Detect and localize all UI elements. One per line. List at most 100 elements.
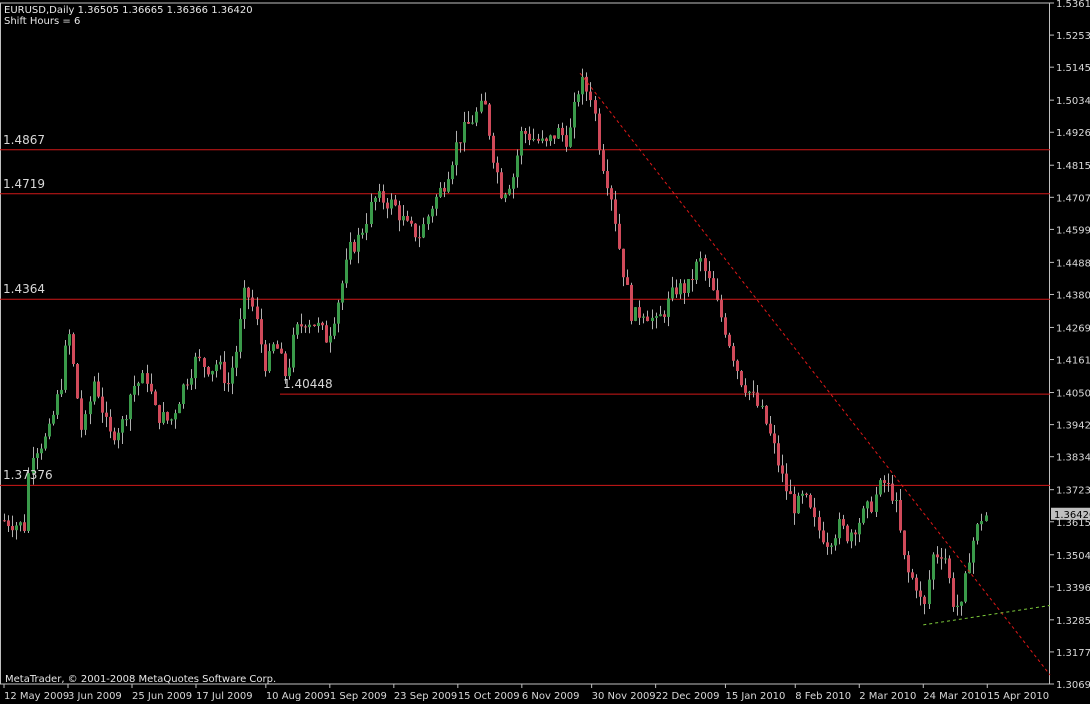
bear-candle <box>325 325 328 343</box>
y-tick-label: 1.42690 <box>1056 323 1090 334</box>
bull-candle <box>879 480 882 495</box>
x-tick-label: 10 Aug 2009 <box>266 691 330 702</box>
bear-candle <box>606 171 609 189</box>
bear-candle <box>728 334 731 347</box>
bull-candle <box>117 432 120 441</box>
bull-candle <box>390 199 393 209</box>
x-tick-label: 15 Jan 2010 <box>725 691 785 702</box>
bear-candle <box>756 392 759 406</box>
bear-candle <box>618 223 621 249</box>
level-label: 1.40448 <box>283 377 333 392</box>
y-tick-label: 1.37230 <box>1056 486 1090 497</box>
bull-candle <box>427 216 430 225</box>
bear-candle <box>459 142 462 144</box>
bull-candle <box>133 385 136 395</box>
bear-candle <box>813 507 816 518</box>
bull-candle <box>830 545 833 547</box>
bull-candle <box>288 367 291 377</box>
bull-candle <box>687 279 690 293</box>
bull-candle <box>439 187 442 197</box>
bear-candle <box>561 127 564 136</box>
bear-candle <box>948 558 951 579</box>
bear-candle <box>781 465 784 474</box>
bull-candle <box>170 419 173 421</box>
bear-candle <box>822 530 825 543</box>
bull-candle <box>748 391 751 393</box>
bear-candle <box>500 172 503 199</box>
bear-candle <box>382 191 385 203</box>
bear-candle <box>663 314 666 317</box>
bear-candle <box>256 306 259 320</box>
bull-candle <box>463 122 466 143</box>
shift-hours-label: Shift Hours = 6 <box>4 16 81 27</box>
bear-candle <box>113 431 116 441</box>
bear-candle <box>524 130 527 134</box>
bull-candle <box>761 405 764 407</box>
bear-candle <box>443 187 446 192</box>
bear-candle <box>675 287 678 295</box>
bear-candle <box>406 216 409 221</box>
bull-candle <box>129 394 132 420</box>
bull-candle <box>541 138 544 141</box>
level-label: 1.4719 <box>3 176 45 191</box>
uptrend-line[interactable] <box>923 604 1051 626</box>
bull-candle <box>679 283 682 295</box>
symbol-info: EURUSD,Daily 1.36505 1.36665 1.36366 1.3… <box>4 5 253 16</box>
bull-candle <box>378 191 381 198</box>
y-tick-label: 1.40500 <box>1056 389 1090 400</box>
bull-candle <box>215 364 218 372</box>
y-tick-label: 1.43800 <box>1056 290 1090 301</box>
bull-candle <box>581 76 584 95</box>
bull-candle <box>655 316 658 318</box>
bull-candle <box>44 436 47 449</box>
bull-candle <box>956 605 959 607</box>
bear-candle <box>752 391 755 393</box>
bull-candle <box>858 522 861 535</box>
bear-candle <box>280 348 283 354</box>
bull-candle <box>862 508 865 523</box>
bear-candle <box>704 258 707 272</box>
bear-candle <box>805 493 808 495</box>
y-tick-label: 1.49260 <box>1056 128 1090 139</box>
bull-candle <box>361 232 364 235</box>
bull-candle <box>121 419 124 433</box>
bear-candle <box>846 525 849 542</box>
bull-candle <box>480 100 483 112</box>
bull-candle <box>84 414 87 430</box>
bear-candle <box>903 530 906 556</box>
bull-candle <box>972 540 975 563</box>
bear-candle <box>386 202 389 209</box>
bear-candle <box>793 494 796 514</box>
bear-candle <box>264 344 267 372</box>
y-tick-label: 1.47070 <box>1056 193 1090 204</box>
bear-candle <box>602 150 605 172</box>
x-tick-label: 8 Feb 2010 <box>795 691 851 702</box>
bear-candle <box>398 205 401 221</box>
bear-candle <box>826 542 829 547</box>
bear-candle <box>915 577 918 591</box>
bear-candle <box>7 520 10 527</box>
chart-canvas[interactable]: 1.53610 1.52530 1.51450 1.50340 1.49260 1.481… <box>0 0 1090 704</box>
y-tick-label: 1.30690 <box>1056 680 1090 691</box>
bull-candle <box>68 334 71 346</box>
bear-candle <box>610 188 613 200</box>
bear-candle <box>630 284 633 321</box>
x-tick-label: 6 Nov 2009 <box>522 691 580 702</box>
bull-candle <box>435 196 438 209</box>
bear-candle <box>72 334 75 365</box>
bull-candle <box>357 234 360 252</box>
bull-candle <box>40 448 43 454</box>
bull-candle <box>667 298 670 317</box>
bear-candle <box>638 307 641 318</box>
y-tick-label: 1.39420 <box>1056 421 1090 432</box>
bear-candle <box>537 138 540 141</box>
bull-candle <box>235 351 238 368</box>
y-tick-label: 1.41610 <box>1056 356 1090 367</box>
bull-candle <box>15 525 18 531</box>
bull-candle <box>976 524 979 541</box>
bear-candle <box>3 520 6 522</box>
bull-candle <box>549 135 552 142</box>
bull-candle <box>89 401 92 415</box>
bull-candle <box>557 127 560 139</box>
downtrend-line[interactable] <box>579 72 1051 676</box>
